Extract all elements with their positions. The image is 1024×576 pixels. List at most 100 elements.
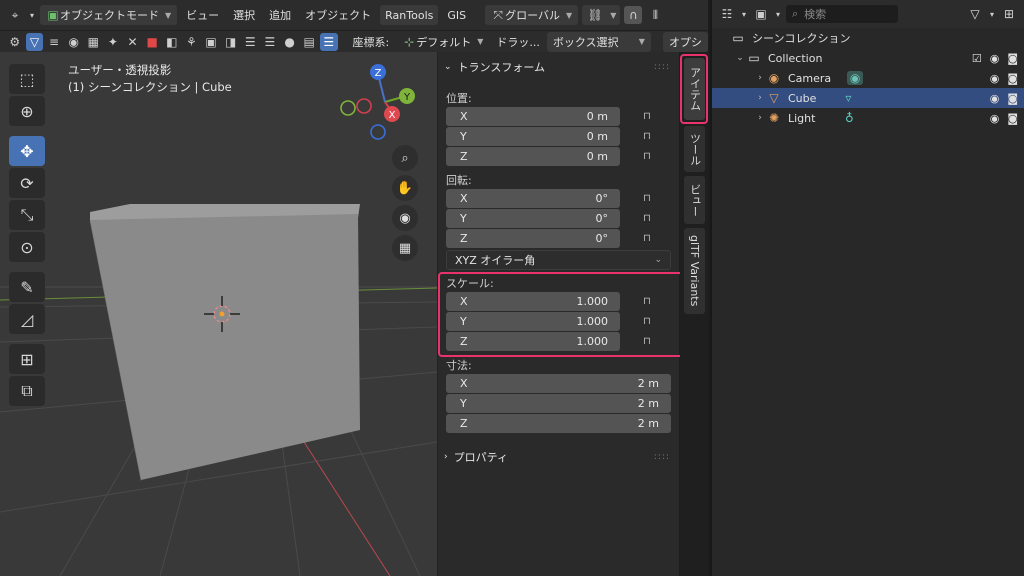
lock-icon[interactable]: ⊓ <box>643 131 657 143</box>
tab-gltf-variants[interactable]: glTF Variants <box>684 228 705 314</box>
chevron-down-icon[interactable]: ▾ <box>988 5 996 23</box>
menu-lines-icon[interactable]: ☰ <box>320 32 338 51</box>
camera-icon[interactable]: ◉ <box>65 33 83 51</box>
lock-icon[interactable]: ⊓ <box>643 111 657 123</box>
lock-icon[interactable]: ⊓ <box>643 233 657 245</box>
sidebar-tabs: アイテム ツール ビュー glTF Variants <box>680 52 708 576</box>
options-dropdown[interactable]: オプシ <box>662 31 708 52</box>
overlay-icon[interactable]: ◨ <box>222 33 240 51</box>
filter-icon[interactable]: ▽ <box>966 5 984 23</box>
outliner-cube[interactable]: › ▽ Cube ▿ ◉ ◙ <box>712 88 1024 108</box>
pivot-dropdown[interactable]: ⛓ ▼ <box>582 5 621 25</box>
menu-lines-icon[interactable]: ☰ <box>242 33 260 51</box>
menu-add[interactable]: 追加 <box>264 7 296 23</box>
checkbox-icon[interactable]: ☑ <box>972 52 982 65</box>
render-camera-icon[interactable]: ◙ <box>1007 112 1018 125</box>
menu-lines-icon[interactable]: ☰ <box>261 33 279 51</box>
location-z-field[interactable]: Z 0 m <box>446 147 620 166</box>
armature-icon[interactable]: ✕ <box>124 33 142 51</box>
outliner-search-input[interactable]: ⌕ 検索 <box>786 5 898 23</box>
hand-icon[interactable]: ✋ <box>392 175 418 201</box>
extra-tool-icon[interactable]: ⧉ <box>9 376 45 406</box>
camera-view-icon[interactable]: ◉ <box>392 205 418 231</box>
render-camera-icon[interactable]: ◙ <box>1007 72 1018 85</box>
filter-icon[interactable]: ▽ <box>25 32 44 51</box>
eye-icon[interactable]: ◉ <box>990 52 1000 65</box>
rotation-y-field[interactable]: Y 0° <box>446 209 620 228</box>
grid-icon[interactable]: ▦ <box>85 33 103 51</box>
perspective-grid-icon[interactable]: ▦ <box>392 235 418 261</box>
chevron-down-icon[interactable]: ▾ <box>740 5 748 23</box>
menu-select[interactable]: 選択 <box>228 7 260 23</box>
outliner-scene-collection[interactable]: ▭ シーンコレクション <box>712 28 1024 48</box>
tab-view[interactable]: ビュー <box>684 176 705 224</box>
move-icon[interactable]: ✥ <box>9 136 45 166</box>
rantools-menu[interactable]: RanTools <box>380 5 439 25</box>
transform-header[interactable]: ⌄ トランスフォーム :::: <box>444 56 674 78</box>
chevron-down-icon[interactable]: ▾ <box>774 5 782 23</box>
add-cube-icon[interactable]: ⊞ <box>9 344 45 374</box>
editor-type-icon[interactable]: ⌖ <box>6 6 24 24</box>
measure-icon[interactable]: ◿ <box>9 304 45 334</box>
bone-icon[interactable]: ✦ <box>104 33 122 51</box>
chevron-down-icon[interactable]: ⌄ <box>734 53 746 63</box>
rotation-z-field[interactable]: Z 0° <box>446 229 620 248</box>
snap-settings-icon[interactable]: ⦀ <box>646 6 664 24</box>
gear-icon[interactable]: ⚙ <box>6 33 24 51</box>
rotate-icon[interactable]: ⟳ <box>9 168 45 198</box>
record-icon[interactable]: ■ <box>143 33 161 51</box>
rotation-x-field[interactable]: X 0° <box>446 189 620 208</box>
render-camera-icon[interactable]: ◙ <box>1007 92 1018 105</box>
world-icon[interactable]: ⚘ <box>183 33 201 51</box>
location-x-field[interactable]: X 0 m <box>446 107 620 126</box>
3d-viewport[interactable]: Z Y X ユーザー・透視投影 (1) シーンコレクション | Cube ⬚ ⊕… <box>0 52 437 576</box>
tab-tool[interactable]: ツール <box>684 126 705 172</box>
texture-icon[interactable]: ▣ <box>202 33 220 51</box>
field-value: 0 m <box>586 110 608 123</box>
chevron-right-icon[interactable]: › <box>754 113 766 123</box>
transform-icon[interactable]: ⊙ <box>9 232 45 262</box>
select-mode-dropdown[interactable]: ボックス選択 ▼ <box>546 31 651 52</box>
chevron-down-icon[interactable]: ▾ <box>28 6 36 24</box>
image-icon[interactable]: ▤ <box>300 33 318 51</box>
snap-icon[interactable]: ∩ <box>624 6 643 24</box>
menu-object[interactable]: オブジェクト <box>300 7 376 23</box>
lock-icon[interactable]: ⊓ <box>643 213 657 225</box>
mode-dropdown[interactable]: ▣ オブジェクトモード ▼ <box>40 5 178 25</box>
chevron-right-icon[interactable]: › <box>754 93 766 103</box>
outliner-type-icon[interactable]: ☷ <box>718 5 736 23</box>
material-icon[interactable]: ◧ <box>163 33 181 51</box>
drag-handle-icon[interactable]: :::: <box>654 452 670 462</box>
lock-icon[interactable]: ⊓ <box>643 193 657 205</box>
outliner-light[interactable]: › ✺ Light ♁ ◉ ◙ <box>712 108 1024 128</box>
eye-icon[interactable]: ◉ <box>990 72 1000 85</box>
chevron-right-icon[interactable]: › <box>754 73 766 83</box>
coord-dropdown[interactable]: ⊹ デフォルト ▼ <box>396 32 489 52</box>
outliner-collection[interactable]: ⌄ ▭ Collection ☑ ◉ ◙ <box>712 48 1024 68</box>
outliner-camera[interactable]: › ◉ Camera ◉ ◉ ◙ <box>712 68 1024 88</box>
cursor-icon[interactable]: ⊕ <box>9 96 45 126</box>
dimension-x-field[interactable]: X 2 m <box>446 374 671 393</box>
select-box-icon[interactable]: ⬚ <box>9 64 45 94</box>
display-mode-icon[interactable]: ▣ <box>752 5 770 23</box>
eye-icon[interactable]: ◉ <box>990 112 1000 125</box>
sphere-icon[interactable]: ● <box>281 33 299 51</box>
list-icon[interactable]: ≡ <box>45 33 63 51</box>
rotation-mode-dropdown[interactable]: XYZ オイラー角 ⌄ <box>446 250 671 270</box>
menu-gis[interactable]: GIS <box>442 9 471 22</box>
drag-handle-icon[interactable]: :::: <box>654 62 670 72</box>
tab-gltf-label: glTF Variants <box>688 235 701 307</box>
location-y-field[interactable]: Y 0 m <box>446 127 620 146</box>
dimension-y-field[interactable]: Y 2 m <box>446 394 671 413</box>
menu-view[interactable]: ビュー <box>181 7 224 23</box>
orientation-dropdown[interactable]: ⤧ グローバル ▼ <box>485 5 579 25</box>
dimension-z-field[interactable]: Z 2 m <box>446 414 671 433</box>
render-camera-icon[interactable]: ◙ <box>1007 52 1018 65</box>
zoom-icon[interactable]: ⌕ <box>392 145 418 171</box>
scale-icon[interactable]: ⤡ <box>9 200 45 230</box>
annotate-icon[interactable]: ✎ <box>9 272 45 302</box>
properties-header[interactable]: › プロパティ :::: <box>444 446 674 468</box>
lock-icon[interactable]: ⊓ <box>643 151 657 163</box>
eye-icon[interactable]: ◉ <box>990 92 1000 105</box>
new-collection-icon[interactable]: ⊞ <box>1000 5 1018 23</box>
